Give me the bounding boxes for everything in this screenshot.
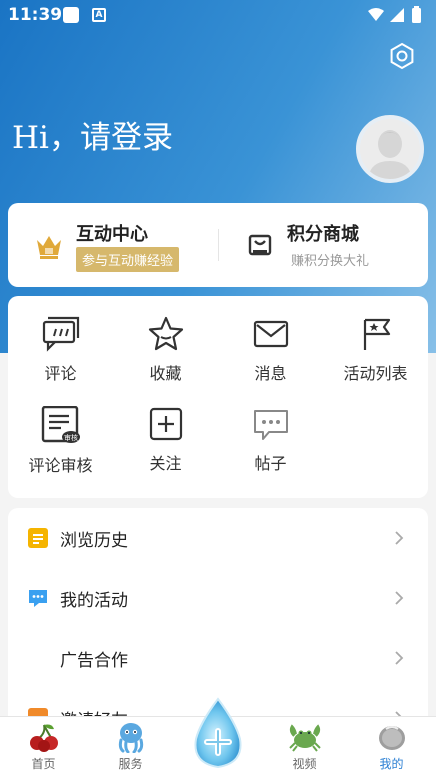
chevron-right-icon xyxy=(395,651,404,665)
grid-item-activity-list[interactable]: 活动列表 xyxy=(323,316,428,406)
octopus-icon xyxy=(118,723,143,753)
star-icon xyxy=(148,316,183,351)
login-prompt[interactable]: Hi，请登录 xyxy=(12,112,173,157)
grid-item-comment[interactable]: 评论 xyxy=(8,316,113,406)
tab-service[interactable]: 服务 xyxy=(87,717,174,776)
interaction-center-title: 互动中心 xyxy=(76,224,148,245)
publish-droplet-button[interactable] xyxy=(190,697,246,769)
activity-chat-icon xyxy=(29,590,47,607)
mail-icon xyxy=(253,320,288,348)
avatar[interactable] xyxy=(356,115,424,183)
shell-icon xyxy=(378,726,405,750)
chat-bubble-icon xyxy=(253,410,288,440)
history-icon xyxy=(28,528,48,548)
crab-icon xyxy=(288,724,321,752)
interaction-center-badge: 参与互动赚经验 xyxy=(76,247,180,272)
list-label-ad-cooperation: 广告合作 xyxy=(60,651,128,671)
review-icon: 审核 xyxy=(41,406,80,443)
grid-label-posts: 帖子 xyxy=(254,454,287,473)
review-badge-text: 审核 xyxy=(64,433,78,442)
grid-item-message[interactable]: 消息 xyxy=(218,316,323,406)
tab-video[interactable]: 视频 xyxy=(261,717,348,776)
default-avatar-icon xyxy=(360,119,420,179)
quick-entry-card: 互动中心 参与互动赚经验 积分商城 赚积分换大礼 xyxy=(8,203,428,287)
grid-label-follow: 关注 xyxy=(149,454,182,473)
points-mall-entry[interactable]: 积分商城 赚积分换大礼 xyxy=(219,203,428,287)
grid-item-comment-review[interactable]: 审核 评论审核 xyxy=(8,406,113,496)
settings-icon[interactable] xyxy=(388,42,416,70)
list-item-my-activity[interactable]: 我的活动 xyxy=(8,568,428,628)
status-bar: 11:39 A xyxy=(0,0,436,30)
notification-icon xyxy=(63,7,79,23)
grid-label-message: 消息 xyxy=(254,364,287,383)
tab-label-service: 服务 xyxy=(118,757,143,771)
grid-label-comment: 评论 xyxy=(44,364,77,383)
plus-box-icon xyxy=(149,407,182,441)
tab-label-home: 首页 xyxy=(31,757,56,771)
grid-label-comment-review: 评论审核 xyxy=(28,456,93,475)
list-item-history[interactable]: 浏览历史 xyxy=(8,508,428,568)
feature-grid: 评论 收藏 消息 活动列表 审核 评论审核 关注 帖子 xyxy=(8,296,428,498)
grid-item-favorite[interactable]: 收藏 xyxy=(113,316,218,406)
grid-item-follow[interactable]: 关注 xyxy=(113,406,218,496)
app-notification-icon: A xyxy=(92,8,106,22)
grid-label-activity-list: 活动列表 xyxy=(343,364,408,383)
cherry-icon xyxy=(29,724,58,752)
crown-icon xyxy=(37,236,61,259)
grid-item-posts[interactable]: 帖子 xyxy=(218,406,323,496)
chevron-right-icon xyxy=(395,531,404,545)
list-label-my-activity: 我的活动 xyxy=(60,591,128,611)
signal-battery-icon xyxy=(368,6,421,23)
grid-label-favorite: 收藏 xyxy=(149,364,182,383)
list-item-ad-cooperation[interactable]: 广告合作 xyxy=(8,628,428,688)
points-mall-title: 积分商城 xyxy=(287,224,359,245)
tab-home[interactable]: 首页 xyxy=(0,717,87,776)
interaction-center-entry[interactable]: 互动中心 参与互动赚经验 xyxy=(8,203,218,287)
points-mall-subtitle: 赚积分换大礼 xyxy=(291,254,370,269)
tab-label-video: 视频 xyxy=(292,757,317,771)
flag-icon xyxy=(363,318,390,350)
tab-mine[interactable]: 我的 xyxy=(348,717,435,776)
tab-label-mine: 我的 xyxy=(379,757,404,771)
chevron-right-icon xyxy=(395,591,404,605)
list-label-history: 浏览历史 xyxy=(60,531,128,551)
shopping-bag-icon xyxy=(248,234,272,256)
status-time: 11:39 xyxy=(8,5,63,25)
comment-icon xyxy=(42,316,79,352)
